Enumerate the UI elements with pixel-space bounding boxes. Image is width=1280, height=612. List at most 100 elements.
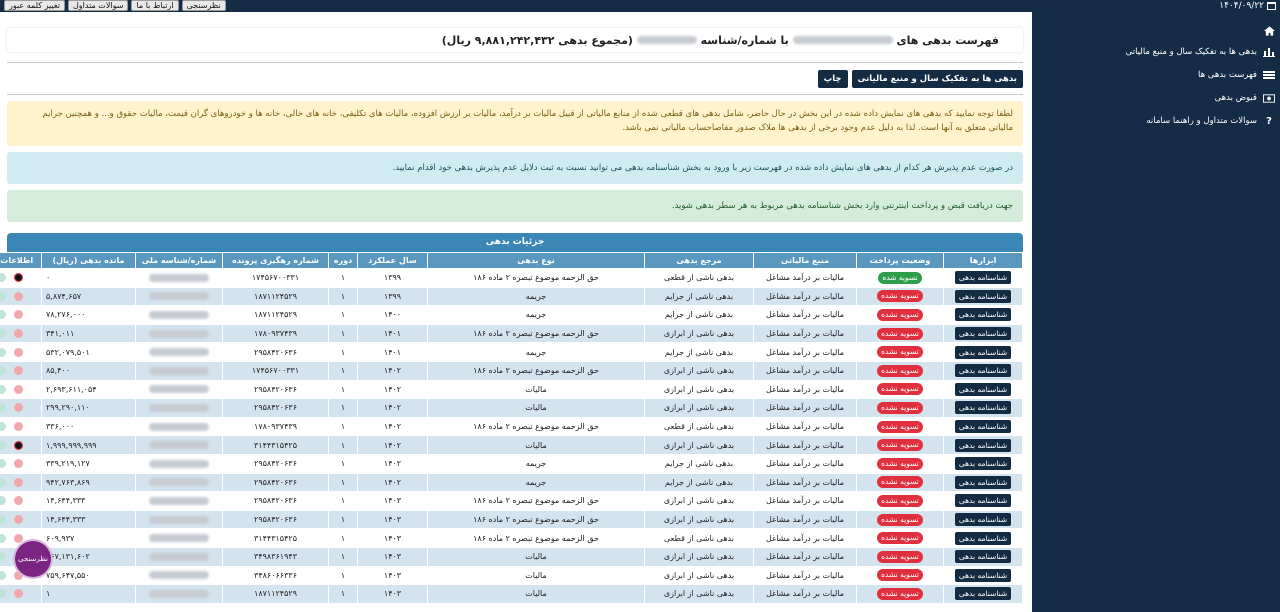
info-dot-icon[interactable] bbox=[14, 329, 23, 339]
debt-profile-button[interactable]: شناسنامه بدهی bbox=[954, 420, 1012, 434]
debt-profile-button[interactable]: شناسنامه بدهی bbox=[954, 513, 1012, 527]
info-dot-icon[interactable] bbox=[0, 440, 6, 450]
col-ref[interactable]: مرجع بدهی bbox=[644, 252, 754, 269]
debt-profile-button[interactable]: شناسنامه بدهی bbox=[954, 568, 1012, 582]
table-row: شناسنامه بدهی تسویه نشده مالیات بر درآمد م… bbox=[0, 509, 1023, 530]
debts-by-year-button[interactable]: بدهی ها به تفکیک سال و منبع مالیاتی bbox=[851, 70, 1023, 88]
debt-profile-button[interactable]: شناسنامه بدهی bbox=[954, 364, 1012, 378]
debt-profile-button[interactable]: شناسنامه بدهی bbox=[954, 345, 1012, 359]
info-dot-icon[interactable] bbox=[14, 403, 23, 413]
status-badge: تسویه نشده bbox=[877, 308, 923, 321]
info-dot-icon[interactable] bbox=[14, 477, 23, 487]
info-dot-icon[interactable] bbox=[0, 533, 6, 543]
cell-type: مالیات bbox=[427, 379, 645, 400]
info-dot-icon[interactable] bbox=[0, 403, 6, 413]
info-dot-icon[interactable] bbox=[0, 477, 6, 487]
info-dot-icon[interactable] bbox=[14, 589, 23, 599]
cell-status: تسویه نشده bbox=[856, 435, 944, 455]
info-dot-icon[interactable] bbox=[0, 422, 6, 432]
info-dot-icon[interactable] bbox=[0, 273, 6, 283]
sidebar-item-bills[interactable]: قبوض بدهی bbox=[1215, 93, 1275, 103]
survey-link[interactable]: نظرسنجی bbox=[181, 0, 226, 11]
info-dot-icon[interactable] bbox=[0, 384, 6, 394]
contact-link[interactable]: ارتباط با ما bbox=[131, 0, 179, 11]
status-badge: تسویه نشده bbox=[877, 587, 923, 600]
sidebar-item-label: قبوض بدهی bbox=[1214, 93, 1257, 103]
debt-profile-button[interactable]: شناسنامه بدهی bbox=[954, 550, 1012, 564]
cell-tools: شناسنامه بدهی bbox=[943, 546, 1023, 567]
info-dot-icon[interactable] bbox=[14, 310, 23, 320]
col-type[interactable]: نوع بدهی bbox=[427, 252, 645, 269]
col-amount[interactable]: مانده بدهی (ریال) bbox=[41, 252, 136, 269]
debt-profile-button[interactable]: شناسنامه بدهی bbox=[954, 327, 1012, 341]
info-dot-icon[interactable] bbox=[14, 422, 23, 432]
info-dot-icon[interactable] bbox=[14, 459, 23, 469]
sidebar-item-debt-list[interactable]: فهرست بدهی ها bbox=[1198, 70, 1275, 80]
info-dot-icon[interactable] bbox=[0, 515, 6, 525]
info-dot-icon[interactable] bbox=[14, 291, 23, 301]
redacted-id bbox=[149, 348, 209, 357]
col-tools[interactable]: ابزارها bbox=[943, 252, 1023, 269]
col-year[interactable]: سال عملکرد bbox=[357, 252, 428, 269]
table-row: شناسنامه بدهی تسویه نشده مالیات بر درآمد م… bbox=[0, 528, 1023, 548]
debt-profile-button[interactable]: شناسنامه بدهی bbox=[954, 289, 1012, 303]
debt-profile-button[interactable]: شناسنامه بدهی bbox=[954, 587, 1012, 601]
debt-profile-button[interactable]: شناسنامه بدهی bbox=[954, 531, 1012, 545]
cell-amount: ۲,۶۹۳,۶۱۱,۰۵۴ bbox=[41, 379, 136, 400]
cell-period: ۱ bbox=[328, 453, 358, 474]
info-dot-icon[interactable] bbox=[14, 273, 23, 283]
change-password-link[interactable]: تغییر کلمه عبور bbox=[4, 0, 65, 11]
cell-ref: بدهی ناشی از ابرازی bbox=[644, 565, 754, 586]
info-dot-icon[interactable] bbox=[14, 533, 23, 543]
info-dot-icon[interactable] bbox=[14, 347, 23, 357]
debt-profile-button[interactable]: شناسنامه بدهی bbox=[954, 271, 1012, 285]
cell-track: ۳۱۴۴۳۱۵۴۲۵ bbox=[222, 435, 329, 455]
info-dot-icon[interactable] bbox=[0, 366, 6, 376]
info-dot-icon[interactable] bbox=[0, 589, 6, 599]
info-dot-icon[interactable] bbox=[0, 459, 6, 469]
debt-profile-button[interactable]: شناسنامه بدهی bbox=[954, 382, 1012, 396]
cell-track: ۲۹۵۸۴۲۰۶۳۶ bbox=[222, 342, 329, 362]
info-dot-icon[interactable] bbox=[0, 329, 6, 339]
debt-profile-button[interactable]: شناسنامه بدهی bbox=[954, 401, 1012, 415]
col-source[interactable]: منبع مالیاتی bbox=[753, 252, 857, 269]
debt-profile-button[interactable]: شناسنامه بدهی bbox=[954, 475, 1012, 489]
sidebar-item-debts-by-year[interactable]: بدهی ها به تفکیک سال و منبع مالیاتی bbox=[1126, 47, 1275, 57]
survey-bubble[interactable]: نظرسنجی bbox=[15, 541, 51, 577]
debt-profile-button[interactable]: شناسنامه بدهی bbox=[954, 308, 1012, 322]
col-period[interactable]: دوره bbox=[328, 252, 358, 269]
home-icon[interactable] bbox=[1264, 26, 1275, 36]
debt-profile-button[interactable]: شناسنامه بدهی bbox=[954, 457, 1012, 471]
col-extra[interactable]: اطلاعات تکمیلی bbox=[0, 252, 42, 269]
cell-year: ۱۴۰۲ bbox=[357, 416, 428, 437]
cell-track: ۲۹۵۸۴۲۰۶۳۶ bbox=[222, 472, 329, 493]
info-dot-icon[interactable] bbox=[14, 515, 23, 525]
info-dot-icon[interactable] bbox=[0, 496, 6, 506]
info-dot-icon[interactable] bbox=[0, 347, 6, 357]
info-dot-icon[interactable] bbox=[0, 291, 6, 301]
cell-tools: شناسنامه بدهی bbox=[943, 416, 1023, 437]
print-button[interactable]: چاپ bbox=[817, 70, 848, 88]
top-date: ۱۴۰۴/۰۹/۲۲ bbox=[1219, 0, 1276, 12]
info-dot-icon[interactable] bbox=[14, 384, 23, 394]
debt-profile-button[interactable]: شناسنامه بدهی bbox=[954, 438, 1012, 452]
cell-source: مالیات بر درآمد مشاغل bbox=[753, 379, 857, 400]
col-national-id[interactable]: شماره/شناسه ملی bbox=[135, 252, 223, 269]
cell-track: ۲۹۵۸۴۲۰۶۳۶ bbox=[222, 398, 329, 418]
debt-profile-button[interactable]: شناسنامه بدهی bbox=[954, 494, 1012, 508]
col-status[interactable]: وضعیت پرداخت bbox=[856, 252, 944, 269]
info-dot-icon[interactable] bbox=[0, 310, 6, 320]
info-dot-icon[interactable] bbox=[14, 496, 23, 506]
col-track[interactable]: شماره رهگیری پرونده bbox=[222, 252, 329, 269]
info-dot-icon[interactable] bbox=[14, 440, 23, 450]
sidebar-item-label: سوالات متداول و راهنما سامانه bbox=[1146, 116, 1257, 126]
info-dot-icon[interactable] bbox=[0, 552, 6, 562]
sidebar-item-faq[interactable]: ? سوالات متداول و راهنما سامانه bbox=[1146, 116, 1275, 127]
cell-type: مالیات bbox=[427, 565, 645, 586]
info-dot-icon[interactable] bbox=[14, 366, 23, 376]
table-row: شناسنامه بدهی تسویه نشده مالیات بر درآمد م… bbox=[0, 305, 1023, 325]
cell-extra bbox=[0, 509, 42, 530]
cell-status: تسویه نشده bbox=[856, 360, 944, 381]
info-dot-icon[interactable] bbox=[0, 570, 6, 580]
faq-link[interactable]: سوالات متداول bbox=[67, 0, 129, 11]
